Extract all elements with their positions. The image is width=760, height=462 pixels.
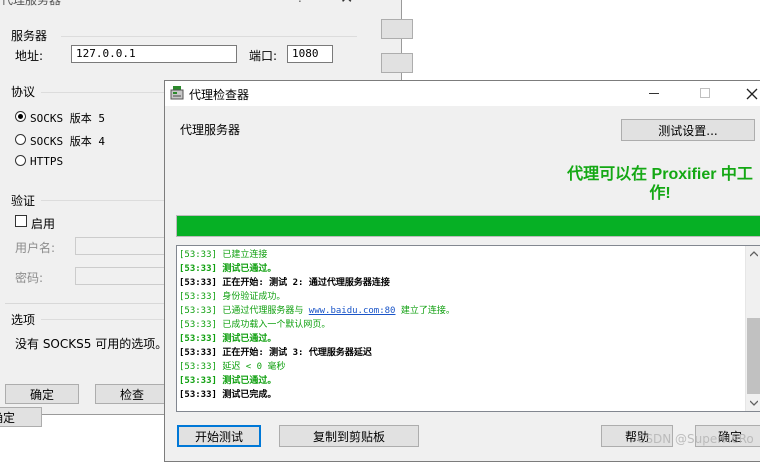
radio-socks5[interactable] xyxy=(15,111,26,122)
options-text: 没有 SOCKS5 可用的选项。 xyxy=(15,337,168,351)
log-text: [53:33] 测试已通过。 xyxy=(179,376,277,386)
log-line: [53:33] 测试已完成。 xyxy=(179,388,276,402)
log-line: [53:33] 延迟 < 0 毫秒 xyxy=(179,360,285,374)
log-text: [53:33] 身份验证成功。 xyxy=(179,292,286,302)
auth-group-label: 验证 xyxy=(11,194,36,208)
log-line: [53:33] 测试已通过。 xyxy=(179,262,276,276)
log-text: [53:33] 测试已通过。 xyxy=(179,334,277,344)
radio-socks4-label: SOCKS 版本 4 xyxy=(30,135,105,148)
radio-https-label: HTTPS xyxy=(30,155,64,168)
copy-to-clipboard-button[interactable]: 复制到剪贴板 xyxy=(279,425,419,447)
log-text: [53:33] 测试已通过。 xyxy=(179,264,277,274)
ok-button-fragment[interactable]: 确定 xyxy=(0,407,42,427)
log-text: [53:33] 测试已完成。 xyxy=(179,390,277,400)
status-line: 作! xyxy=(649,185,671,202)
dialog-title: 代理服务器 xyxy=(1,0,62,7)
maximize-icon xyxy=(700,88,710,98)
minimize-icon[interactable] xyxy=(649,93,661,95)
radio-https[interactable] xyxy=(15,155,26,166)
hidden-button[interactable] xyxy=(381,53,413,73)
status-line: 代理可以在 Proxifier 中工 xyxy=(567,166,753,183)
protocol-group-label: 协议 xyxy=(11,85,36,99)
test-settings-button[interactable]: 测试设置... xyxy=(621,119,755,141)
scroll-thumb[interactable] xyxy=(747,318,760,394)
log-line: [53:33] 测试已通过。 xyxy=(179,332,276,346)
log-text: [53:33] 已通过代理服务器与 xyxy=(179,306,309,316)
scroll-down-icon[interactable] xyxy=(750,400,758,406)
log-scrollbar[interactable] xyxy=(745,246,760,411)
log-panel[interactable]: [53:33] 已建立连接 [53:33] 测试已通过。 [53:33] 正在开始:… xyxy=(176,245,760,412)
watermark: CSDN @SuperHeRo xyxy=(637,432,754,446)
address-label: 地址: xyxy=(15,49,44,63)
username-label: 用户名: xyxy=(15,241,56,255)
log-line: [53:33] 正在开始: 测试 2: 通过代理服务器连接 xyxy=(179,276,390,290)
group-divider xyxy=(61,36,357,37)
log-text: [53:33] 已成功载入一个默认网页。 xyxy=(179,320,331,330)
proxifier-app-icon xyxy=(170,86,184,100)
log-line: [53:33] 已成功载入一个默认网页。 xyxy=(179,318,330,332)
hidden-button[interactable] xyxy=(381,19,413,39)
server-group-label: 服务器 xyxy=(11,29,48,43)
close-icon[interactable]: ✕ xyxy=(340,0,353,7)
log-line: [53:33] 正在开始: 测试 3: 代理服务器延迟 xyxy=(179,346,372,360)
options-group-label: 选项 xyxy=(11,313,36,327)
password-label: 密码: xyxy=(15,271,44,285)
title-bar: 代理检查器 xyxy=(165,81,760,106)
proxy-checker-dialog: 代理检查器 代理服务器 测试设置... 代理可以在 Proxifier 中工 作… xyxy=(164,80,760,462)
log-line: [53:33] 身份验证成功。 xyxy=(179,290,285,304)
progress-bar xyxy=(176,215,760,237)
check-button[interactable]: 检查 xyxy=(95,384,169,404)
log-line: [53:33] 已建立连接 xyxy=(179,248,267,262)
log-line: [53:33] 测试已通过。 xyxy=(179,374,276,388)
log-line: [53:33] 已通过代理服务器与 www.baidu.com:80 建立了连接… xyxy=(179,304,455,318)
enable-auth-checkbox[interactable] xyxy=(15,215,27,227)
ok-button[interactable]: 确定 xyxy=(5,384,79,404)
log-link[interactable]: www.baidu.com:80 xyxy=(309,306,396,316)
enable-auth-label: 启用 xyxy=(31,217,56,231)
help-icon[interactable]: ? xyxy=(297,0,303,5)
radio-socks5-label: SOCKS 版本 5 xyxy=(30,112,105,125)
radio-socks4[interactable] xyxy=(15,134,26,145)
log-text: [53:33] 已建立连接 xyxy=(179,250,268,260)
address-field[interactable]: 127.0.0.1 xyxy=(71,45,237,63)
dialog-title: 代理检查器 xyxy=(189,88,250,102)
progress-fill xyxy=(177,216,760,236)
port-field[interactable]: 1080 xyxy=(287,45,333,63)
close-icon[interactable] xyxy=(746,88,758,100)
log-text: [53:33] 正在开始: 测试 3: 代理服务器延迟 xyxy=(179,348,372,358)
scroll-up-icon[interactable] xyxy=(750,251,758,257)
log-text: 建立了连接。 xyxy=(395,306,455,316)
log-text: [53:33] 正在开始: 测试 2: 通过代理服务器连接 xyxy=(179,278,390,288)
status-message: 代理可以在 Proxifier 中工 作! xyxy=(555,165,760,203)
log-text: [53:33] 延迟 < 0 毫秒 xyxy=(179,362,286,372)
start-test-button[interactable]: 开始测试 xyxy=(177,425,261,447)
port-label: 端口: xyxy=(249,49,278,63)
proxy-server-label: 代理服务器 xyxy=(180,123,241,137)
